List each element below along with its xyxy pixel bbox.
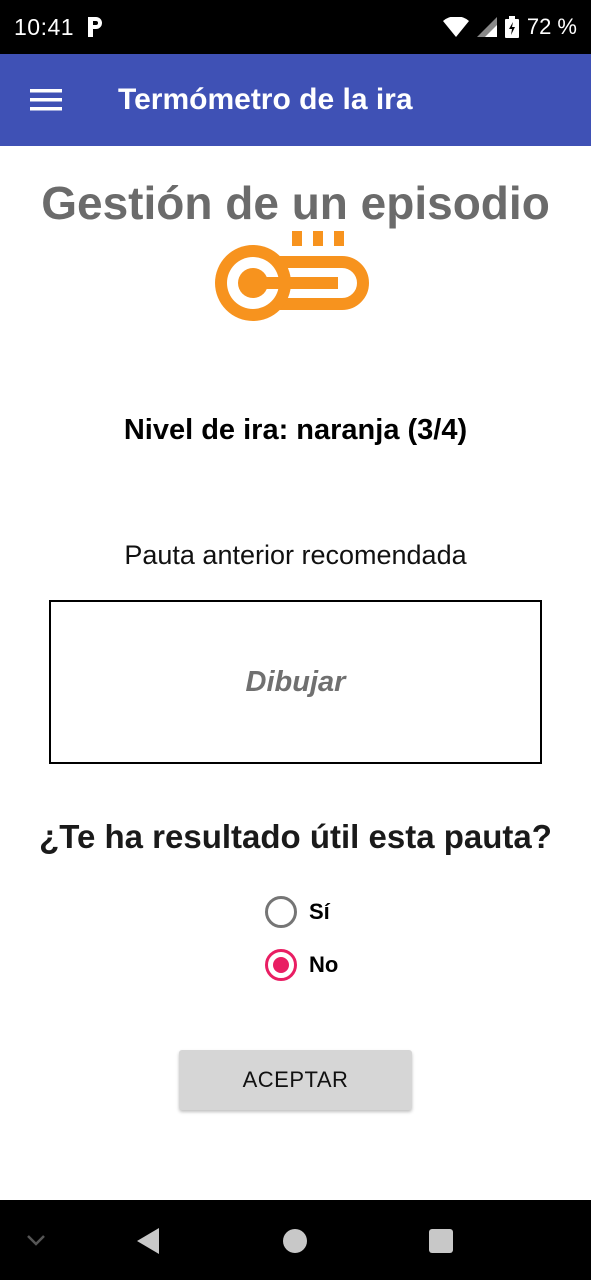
radio-unchecked-icon[interactable] — [265, 896, 297, 928]
app-title: Termómetro de la ira — [118, 83, 413, 116]
accept-button[interactable]: ACEPTAR — [179, 1050, 412, 1110]
draw-text: Dibujar — [245, 665, 346, 698]
main-content: Gestión de un episodio Nivel de ira: nar… — [0, 146, 591, 1200]
draw-box[interactable]: Dibujar — [49, 600, 542, 764]
radio-option-no[interactable]: No — [265, 949, 338, 981]
cell-signal-icon — [476, 17, 497, 37]
battery-percent: 72 % — [526, 14, 577, 39]
battery-icon — [504, 16, 519, 38]
menu-button[interactable] — [0, 54, 92, 146]
usefulness-question: ¿Te ha resultado útil esta pauta? — [39, 818, 552, 855]
parking-notification-icon — [86, 16, 104, 38]
app-bar: Termómetro de la ira — [0, 54, 591, 146]
radio-label-yes: Sí — [309, 899, 330, 924]
back-icon[interactable] — [130, 1224, 166, 1258]
home-icon[interactable] — [278, 1224, 312, 1258]
chevron-down-icon[interactable] — [22, 1228, 50, 1252]
status-left: 10:41 — [14, 14, 104, 41]
radio-checked-icon[interactable] — [265, 949, 297, 981]
wifi-icon — [442, 17, 469, 37]
radio-label-no: No — [309, 952, 339, 977]
radio-dot — [273, 957, 289, 973]
status-time: 10:41 — [14, 13, 75, 40]
nav-bar — [0, 1200, 591, 1280]
recents-icon[interactable] — [424, 1224, 458, 1258]
previous-guideline-label: Pauta anterior recomendada — [124, 540, 467, 570]
status-right: 72 % — [442, 14, 577, 40]
thermometer-icon — [215, 231, 369, 321]
status-bar: 10:41 72 % — [0, 0, 591, 54]
radio-option-yes[interactable]: Sí — [265, 896, 330, 928]
page-title: Gestión de un episodio — [41, 177, 550, 229]
hamburger-menu-icon — [30, 89, 62, 111]
anger-level-label: Nivel de ira: naranja (3/4) — [123, 414, 468, 446]
